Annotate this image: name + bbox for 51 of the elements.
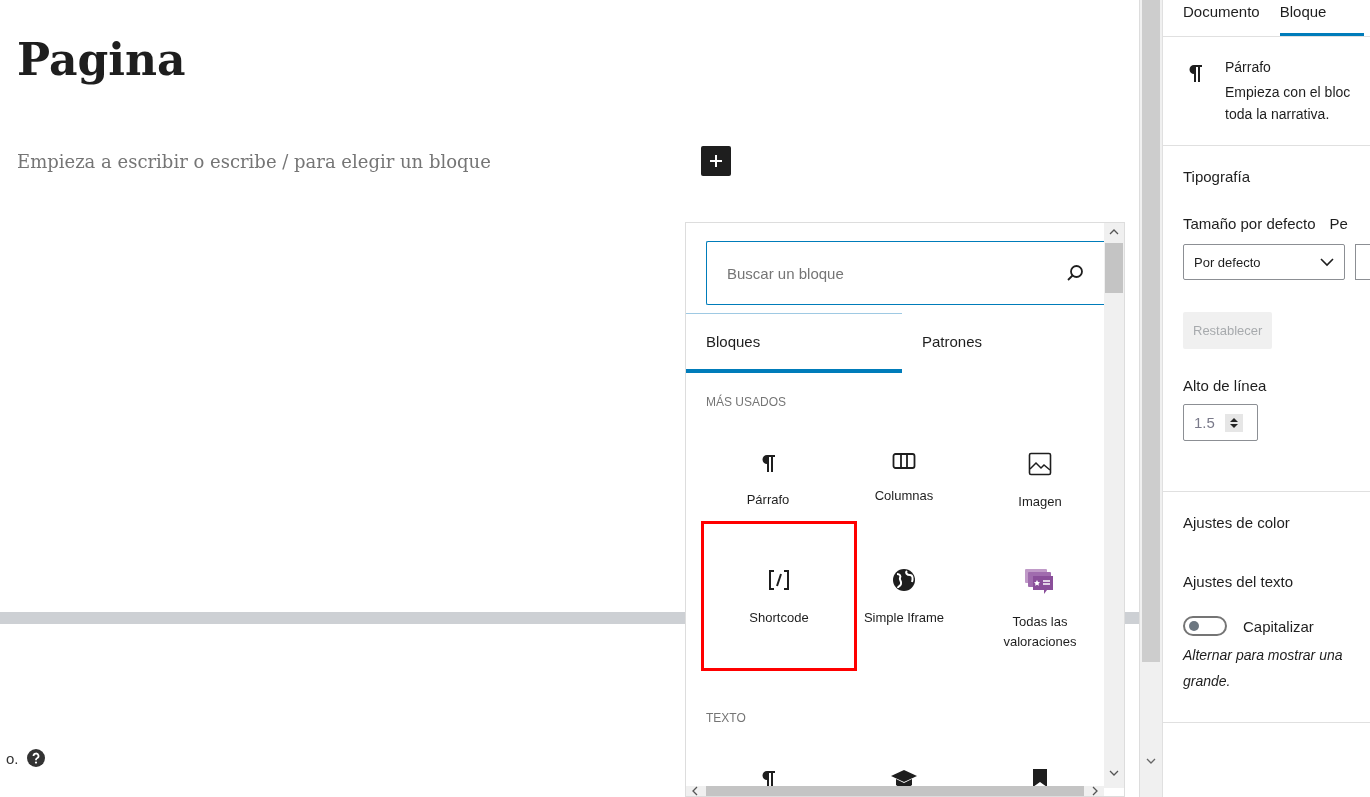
add-block-button[interactable] <box>701 146 731 176</box>
panel-heading: Ajustes del texto <box>1183 573 1294 590</box>
line-height-field[interactable]: 1.5 <box>1183 404 1258 441</box>
custom-size-field[interactable] <box>1355 244 1370 280</box>
pilcrow-icon <box>1187 63 1203 83</box>
scroll-up-icon[interactable] <box>1109 229 1119 235</box>
scrollbar-thumb[interactable] <box>706 786 1084 796</box>
scrollbar-thumb[interactable] <box>1105 243 1123 293</box>
image-icon <box>1028 452 1052 476</box>
sidebar-tab[interactable]: Bloque <box>1279 0 1364 36</box>
search-field[interactable]: Buscar un bloque <box>706 241 1104 305</box>
search-icon[interactable] <box>1066 264 1084 282</box>
block-item[interactable]: Columnas <box>836 421 972 521</box>
block-item[interactable]: Shortcode <box>701 521 857 671</box>
inserter-tab[interactable]: Patrones <box>902 313 1104 373</box>
category-heading: MÁS USADOS <box>706 395 787 409</box>
block-item[interactable]: Imagen <box>972 421 1108 521</box>
pilcrow-icon <box>760 452 776 474</box>
bookmark-icon <box>1032 768 1048 788</box>
reviews-icon <box>1024 568 1056 596</box>
columns-icon <box>892 452 916 470</box>
inserter-tab[interactable]: Bloques <box>686 313 902 373</box>
sidebar-tab[interactable]: Documento <box>1183 0 1260 36</box>
block-item[interactable]: Todas las valoraciones <box>972 521 1108 671</box>
paragraph-placeholder[interactable]: Empieza a escribir o escribe / para elegir un bloque <box>17 150 491 172</box>
scroll-right-icon[interactable] <box>1092 786 1098 796</box>
font-size-select[interactable]: Por defecto <box>1183 244 1345 280</box>
field-label: Pe <box>1329 215 1348 232</box>
block-description: Empieza con el bloc toda la narrativa. <box>1225 83 1351 124</box>
toggle-switch[interactable] <box>1183 616 1227 636</box>
category-heading: TEXTO <box>706 711 747 725</box>
panel-heading[interactable]: Ajustes de color <box>1183 514 1290 531</box>
block-name: Párrafo <box>1225 59 1272 75</box>
field-label: Tamaño por defecto <box>1183 215 1316 232</box>
footer-text: o. <box>6 750 19 767</box>
block-item[interactable]: Párrafo <box>700 421 836 521</box>
spinner-arrows-icon[interactable] <box>1224 413 1243 432</box>
shortcode-icon <box>768 568 790 592</box>
scroll-left-icon[interactable] <box>692 786 698 796</box>
page-title[interactable]: Pagina <box>17 26 1139 94</box>
toggle-label: Capitalizar <box>1243 617 1314 635</box>
field-label: Alto de línea <box>1183 377 1267 394</box>
globe-icon <box>892 568 916 592</box>
panel-heading[interactable]: Tipografía <box>1183 168 1250 185</box>
plus-icon <box>709 154 723 168</box>
scroll-down-icon[interactable] <box>1109 770 1119 776</box>
scroll-down-icon[interactable] <box>1146 758 1156 764</box>
chevron-down-icon <box>1320 257 1334 267</box>
help-icon[interactable] <box>26 749 45 767</box>
scrollbar-thumb[interactable] <box>1142 0 1160 662</box>
help-text: Alternar para mostrar una grande. <box>1183 646 1343 691</box>
